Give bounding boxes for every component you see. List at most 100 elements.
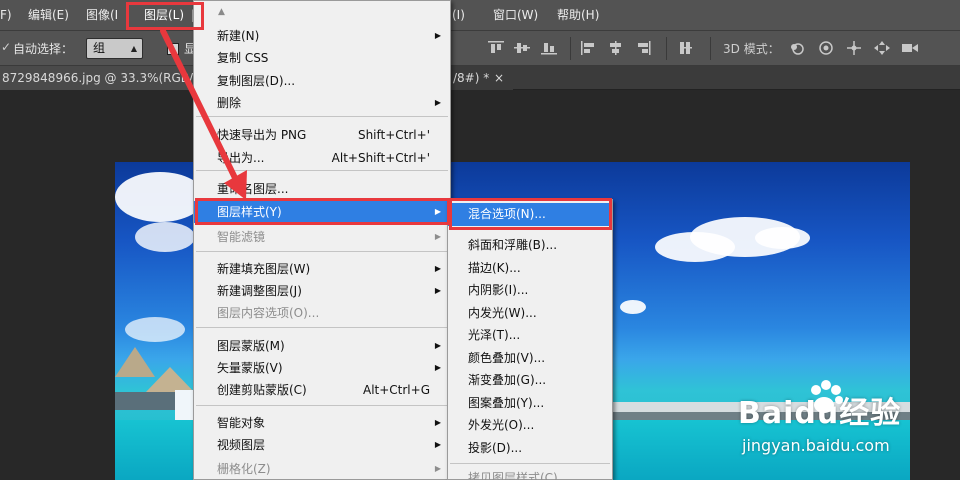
menu-help[interactable]: 帮助(H) — [557, 0, 599, 31]
watermark-url: jingyan.baidu.com — [742, 436, 890, 455]
layer-style-item[interactable]: 描边(K)... — [448, 257, 612, 280]
align-bottom-icon[interactable] — [540, 40, 558, 56]
paw-logo-icon — [811, 380, 843, 413]
menu-file-partial[interactable]: F) — [0, 0, 12, 31]
layer-style-item[interactable]: 内发光(W)... — [448, 302, 612, 325]
layer-menu-item[interactable]: 重命名图层... — [194, 178, 450, 200]
layer-style-item-label: 内阴影(I)... — [468, 283, 529, 297]
layer-menu-item-label: 新建调整图层(J) — [217, 284, 302, 298]
layer-style-item[interactable]: 内阴影(I)... — [448, 279, 612, 302]
layer-style-item[interactable]: 斜面和浮雕(B)... — [448, 234, 612, 257]
align-left-icon[interactable] — [580, 40, 598, 56]
layer-menu-item[interactable]: 复制 CSS — [194, 47, 450, 69]
baidu-watermark: Baidu经验 jingyan.baidu.com — [730, 378, 960, 468]
layer-menu-item[interactable]: 复制图层(D)... — [194, 70, 450, 92]
layer-style-item-label: 渐变叠加(G)... — [468, 373, 547, 387]
layer-menu-item[interactable]: 创建剪贴蒙版(C) Alt+Ctrl+G — [194, 379, 450, 401]
submenu-arrow-icon: ▶ — [434, 98, 441, 107]
layer-style-item[interactable]: 图案叠加(Y)... — [448, 392, 612, 415]
dropdown-arrow-icon: ▲ — [130, 44, 137, 53]
layer-style-item[interactable]: 外发光(O)... — [448, 414, 612, 437]
align-hcenter-icon[interactable] — [607, 40, 625, 56]
cloud-shape — [115, 172, 205, 222]
layer-menu-item[interactable]: 快速导出为 PNG Shift+Ctrl+' — [194, 124, 450, 146]
layer-menu-item[interactable]: 智能对象 ▶ — [194, 412, 450, 434]
align-vcenter-icon[interactable] — [513, 40, 531, 56]
submenu-arrow-icon: ▶ — [434, 232, 441, 241]
layer-style-item[interactable]: 光泽(T)... — [448, 324, 612, 347]
3d-mode-label: 3D 模式： — [723, 42, 780, 56]
3d-roll-icon[interactable] — [817, 40, 835, 56]
menu-separator — [196, 116, 448, 117]
close-tab-icon[interactable]: × — [494, 66, 504, 90]
submenu-arrow-icon: ▶ — [434, 341, 441, 350]
auto-select-value: 组 — [93, 41, 106, 55]
layer-menu-item: 智能滤镜 ▶ — [194, 226, 450, 248]
show-transform-checkbox[interactable] — [167, 43, 179, 55]
menu-bar: F) 编辑(E) 图像(I 图层(L) | (I) 窗口(W) 帮助(H) — [0, 0, 960, 31]
menu-separator — [196, 327, 448, 328]
layer-style-item[interactable]: 渐变叠加(G)... — [448, 369, 612, 392]
layer-menu-item-label: 视频图层 — [217, 438, 266, 452]
hut-roof — [115, 347, 155, 377]
3d-orbit-icon[interactable] — [789, 40, 807, 56]
3d-slide-icon[interactable] — [873, 40, 891, 56]
distribute-icon[interactable] — [678, 40, 696, 56]
layer-menu-item-label: 矢量蒙版(V) — [217, 361, 283, 375]
layer-menu-item-label: 图层样式(Y) — [217, 205, 282, 219]
layer-menu-item-label: 导出为... — [217, 151, 265, 165]
layer-menu-item[interactable]: 视频图层 ▶ — [194, 434, 450, 456]
layer-style-item-label: 图案叠加(Y)... — [468, 396, 545, 410]
layer-menu-item[interactable]: 图层样式(Y) ▶ — [194, 201, 450, 223]
document-tab-second[interactable]: /8#) * × — [451, 66, 513, 90]
document-tab-title-2: /8#) * — [453, 71, 490, 85]
menu-shortcut: Alt+Ctrl+G — [362, 383, 430, 397]
layer-menu-item[interactable]: 图层蒙版(M) ▶ — [194, 335, 450, 357]
layer-style-item[interactable]: 投影(D)... — [448, 437, 612, 460]
layer-style-item-label: 光泽(T)... — [468, 328, 521, 342]
submenu-arrow-icon: ▶ — [434, 207, 441, 216]
menu-separator — [450, 463, 610, 464]
menu-separator — [196, 251, 448, 252]
layer-menu-item[interactable]: 导出为... Alt+Shift+Ctrl+' — [194, 147, 450, 169]
layer-menu-item-label: 新建(N) — [217, 29, 260, 43]
cloud-shape — [620, 300, 646, 314]
layer-menu-item[interactable]: 矢量蒙版(V) ▶ — [194, 357, 450, 379]
align-top-icon[interactable] — [487, 40, 505, 56]
scroll-up-arrow-icon[interactable]: ▲ — [218, 7, 225, 17]
menu-layer[interactable]: 图层(L) — [144, 0, 184, 31]
menu-image[interactable]: 图像(I — [86, 0, 118, 31]
menu-edit[interactable]: 编辑(E) — [28, 0, 69, 31]
layer-menu-item[interactable]: 新建调整图层(J) ▶ — [194, 280, 450, 302]
layer-menu-item-label: 复制 CSS — [217, 51, 269, 65]
layer-menu-item-label: 图层内容选项(O)... — [217, 306, 320, 320]
cloud-shape — [755, 227, 810, 249]
document-tab-title: 8729848966.jpg @ 33.3%(RGB/8 — [2, 71, 195, 85]
cloud-shape — [125, 317, 185, 342]
3d-pan-icon[interactable] — [845, 40, 863, 56]
align-right-icon[interactable] — [634, 40, 652, 56]
menu-window[interactable]: 窗口(W) — [493, 0, 538, 31]
layer-menu-item-label: 栅格化(Z) — [217, 462, 271, 476]
layer-menu-item[interactable]: 新建填充图层(W) ▶ — [194, 258, 450, 280]
auto-select-dropdown[interactable]: 组 ▲ — [86, 38, 143, 59]
submenu-arrow-icon: ▶ — [434, 440, 441, 449]
layer-style-item[interactable]: 颜色叠加(V)... — [448, 347, 612, 370]
layer-style-item-label: 外发光(O)... — [468, 418, 535, 432]
3d-camera-icon[interactable] — [901, 40, 919, 56]
layer-menu-item[interactable]: 新建(N) ▶ — [194, 25, 450, 47]
layer-style-item: 拷贝图层样式(C) — [448, 467, 612, 480]
submenu-arrow-icon: ▶ — [434, 31, 441, 40]
auto-select-label: 自动选择： — [13, 42, 74, 56]
menu-shortcut: Shift+Ctrl+' — [357, 128, 430, 142]
menu-separator — [196, 170, 448, 171]
layer-menu-item-label: 新建填充图层(W) — [217, 262, 311, 276]
layer-menu-item-label: 重命名图层... — [217, 182, 289, 196]
layer-menu-item-label: 智能滤镜 — [217, 230, 266, 244]
layer-menu-item[interactable]: 删除 ▶ — [194, 92, 450, 114]
menu-separator — [450, 228, 610, 229]
submenu-arrow-icon: ▶ — [434, 363, 441, 372]
layer-style-item[interactable]: 混合选项(N)... — [448, 203, 612, 226]
menu-view-partial[interactable]: (I) — [452, 0, 465, 31]
document-tab-active[interactable]: 8729848966.jpg @ 33.3%(RGB/8 — [0, 66, 195, 90]
